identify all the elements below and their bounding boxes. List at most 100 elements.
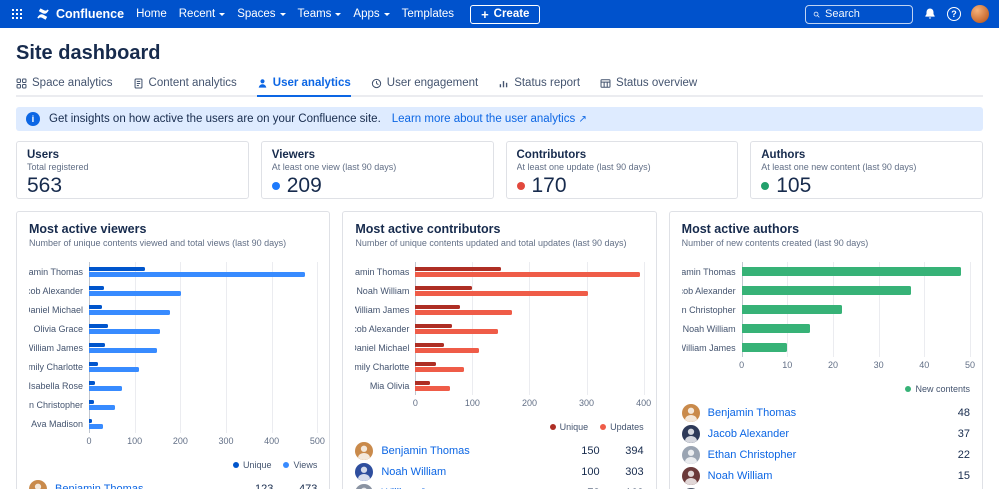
nav-item-home[interactable]: Home [136,8,167,20]
bar-unique[interactable] [89,267,145,272]
bar-views[interactable] [89,329,160,334]
bar-updates[interactable] [415,310,511,315]
bar-unique[interactable] [415,343,444,348]
bar-views[interactable] [89,310,170,315]
bar-group [415,300,643,319]
bar-unique[interactable] [89,286,104,291]
bar-views[interactable] [89,272,305,277]
stats-row: Users Total registered 563 Viewers At le… [16,141,983,199]
category-label: Jacob Alexander [355,319,415,338]
person-silhouette-icon [682,446,700,464]
bar-views[interactable] [89,405,115,410]
viewers-bar-chart: Benjamin ThomasJacob AlexanderDaniel Mic… [29,262,317,448]
create-button[interactable]: + Create [470,5,540,24]
stat-value: 170 [517,174,728,198]
help-icon[interactable] [947,7,961,21]
nav-item-teams[interactable]: Teams [298,8,342,20]
bar-views[interactable] [89,424,103,429]
learn-more-link[interactable]: Learn more about the user analytics ↗ [392,113,587,125]
user-link[interactable]: Benjamin Thomas [381,445,555,457]
bar-unique[interactable] [89,343,105,348]
category-label: Benjamin Thomas [29,262,89,281]
user-link[interactable]: Noah William [708,470,926,482]
bar-updates[interactable] [415,329,497,334]
bar-unique[interactable] [89,324,108,329]
bar-new-contents[interactable] [742,343,788,352]
user-link[interactable]: Ethan Christopher [708,449,926,461]
x-tick-label: 30 [874,360,884,370]
user-link[interactable]: Noah William [381,466,555,478]
x-tick-label: 200 [173,436,188,446]
bar-unique[interactable] [89,305,102,310]
category-label: Noah William [355,281,415,300]
confluence-logo[interactable]: Confluence [36,7,124,21]
nav-item-recent[interactable]: Recent [179,8,225,20]
tab-status-report[interactable]: Status report [498,77,580,97]
category-label: Olivia Grace [29,319,89,338]
tab-status-overview[interactable]: Status overview [600,77,697,97]
bar-updates[interactable] [415,291,588,296]
user-link[interactable]: Benjamin Thomas [708,407,926,419]
top-nav: Confluence Home Recent Spaces Teams Apps… [0,0,999,28]
bar-views[interactable] [89,291,181,296]
search-box[interactable] [805,5,913,24]
x-tick-label: 200 [522,398,537,408]
notifications-bell-icon[interactable] [923,7,937,21]
bar-unique[interactable] [89,400,94,405]
x-tick-label: 400 [264,436,279,446]
bar-new-contents[interactable] [742,324,810,333]
user-icon [257,78,268,89]
bar-updates[interactable] [415,348,479,353]
avatar [355,463,373,481]
spaces-grid-icon [16,78,27,89]
bar-updates[interactable] [415,386,449,391]
avatar [355,484,373,489]
row-value: 15 [934,470,970,482]
bar-unique[interactable] [415,362,436,367]
bar-unique[interactable] [89,362,98,367]
nav-item-apps[interactable]: Apps [353,8,389,20]
profile-avatar[interactable] [971,5,989,23]
search-input[interactable] [825,8,905,20]
user-link[interactable]: Jacob Alexander [708,428,926,440]
tab-user-engagement[interactable]: User engagement [371,77,478,97]
bar-views[interactable] [89,348,157,353]
bar-views[interactable] [89,367,139,372]
legend-item: Unique [233,460,272,470]
authors-bar-chart: Benjamin ThomasJacob AlexanderEthan Chri… [682,262,970,372]
tab-content-analytics[interactable]: Content analytics [133,77,237,97]
bar-unique[interactable] [415,305,460,310]
tab-space-analytics[interactable]: Space analytics [16,77,113,97]
bar-updates[interactable] [415,272,640,277]
legend-item: New contents [905,384,970,394]
avatar [355,442,373,460]
tab-user-analytics[interactable]: User analytics [257,77,351,97]
user-row: Ethan Christopher22 [682,444,970,465]
bar-views[interactable] [89,386,122,391]
row-value: 100 [564,466,600,478]
bar-unique[interactable] [415,267,501,272]
bar-unique[interactable] [89,381,95,386]
brand-name: Confluence [56,7,124,21]
app-switcher-icon[interactable] [10,7,24,21]
bar-new-contents[interactable] [742,305,842,314]
bar-unique[interactable] [89,419,92,424]
nav-item-spaces[interactable]: Spaces [237,8,285,20]
chart-legend: New contents [682,384,970,394]
bar-new-contents[interactable] [742,286,911,295]
legend-swatch-icon [550,424,556,430]
bar-unique[interactable] [415,286,472,291]
user-row: Jacob Alexander37 [682,423,970,444]
nav-item-templates[interactable]: Templates [402,8,454,20]
person-silhouette-icon [355,484,373,489]
bar-new-contents[interactable] [742,267,961,276]
bar-group [89,300,317,319]
stat-card-contributors: Contributors At least one update (last 9… [506,141,739,199]
plus-icon: + [481,8,489,21]
chevron-down-icon [280,13,286,16]
bar-group [415,262,643,281]
user-link[interactable]: Benjamin Thomas [55,483,229,489]
bar-updates[interactable] [415,367,464,372]
bar-unique[interactable] [415,324,452,329]
bar-unique[interactable] [415,381,429,386]
